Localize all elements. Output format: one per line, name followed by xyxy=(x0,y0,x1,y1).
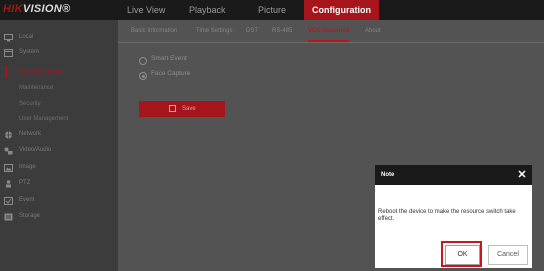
sidebar-item-label: System Settings xyxy=(19,69,63,75)
ok-button-highlight: OK xyxy=(441,241,482,267)
image-icon xyxy=(4,163,13,172)
sidebar-item-security[interactable]: Security xyxy=(0,96,118,112)
tab-basic-information[interactable]: Basic Information xyxy=(131,20,177,42)
sidebar-item-label: Maintenance xyxy=(19,85,54,91)
dialog-title: Note xyxy=(381,172,395,178)
event-icon xyxy=(4,196,13,205)
dialog-header: Note ✕ xyxy=(375,165,532,185)
sidebar-item-image[interactable]: Image xyxy=(0,159,118,175)
sidebar-item-label: User Management xyxy=(19,116,69,122)
logo-hik: HIK xyxy=(3,3,23,15)
ok-button[interactable]: OK xyxy=(445,245,480,265)
sidebar-item-maintenance[interactable]: Maintenance xyxy=(0,80,118,96)
sidebar-item-local[interactable]: Local xyxy=(0,29,118,45)
storage-icon xyxy=(4,212,13,221)
nav-playback[interactable]: Playback xyxy=(189,0,226,20)
sidebar-item-label: Security xyxy=(19,101,41,107)
tab-about[interactable]: About xyxy=(365,20,381,42)
radio-button-selected[interactable] xyxy=(139,72,147,80)
video-audio-icon xyxy=(4,146,13,155)
sidebar-item-network[interactable]: Network xyxy=(0,126,118,142)
top-navigation-bar: HIKVISION® Live View Playback Picture Co… xyxy=(0,0,544,20)
sidebar-item-video-audio[interactable]: Video/Audio xyxy=(0,142,118,158)
note-dialog: Note ✕ Reboot the device to make the res… xyxy=(375,165,532,268)
sidebar-item-label: Local xyxy=(19,34,34,40)
system-icon xyxy=(4,48,13,57)
sidebar-item-system[interactable]: System xyxy=(0,44,118,60)
tab-dst[interactable]: DST xyxy=(246,20,258,42)
config-sidebar: Local System System Settings Maintenance… xyxy=(0,20,118,271)
globe-icon xyxy=(4,130,13,139)
sidebar-item-label: Event xyxy=(19,197,35,203)
ptz-person-icon xyxy=(4,179,13,188)
nav-picture[interactable]: Picture xyxy=(258,0,286,20)
sidebar-item-event[interactable]: Event xyxy=(0,192,118,208)
sidebar-item-label: Network xyxy=(19,131,42,137)
sidebar-item-storage[interactable]: Storage xyxy=(0,208,118,224)
nav-configuration[interactable]: Configuration xyxy=(304,0,379,20)
cancel-button[interactable]: Cancel xyxy=(488,245,528,265)
tab-rs485[interactable]: RS-485 xyxy=(272,20,292,42)
dialog-message: Reboot the device to make the resource s… xyxy=(378,209,516,222)
sidebar-item-ptz[interactable]: PTZ xyxy=(0,175,118,191)
nav-live-view[interactable]: Live View xyxy=(127,0,165,20)
sidebar-item-label: PTZ xyxy=(19,180,31,186)
radio-label: Smart Event xyxy=(151,55,187,62)
sidebar-item-user-management[interactable]: User Management xyxy=(0,111,118,127)
radio-label: Face Capture xyxy=(151,70,191,77)
active-indicator xyxy=(5,66,7,78)
tab-vca-resource[interactable]: VCA Resource xyxy=(308,20,350,42)
sidebar-item-label: Storage xyxy=(19,213,41,219)
save-icon xyxy=(169,105,176,112)
save-button[interactable]: Save xyxy=(139,101,225,117)
radio-face-capture[interactable]: Face Capture xyxy=(139,70,259,82)
sidebar-item-label: Image xyxy=(19,164,36,170)
sidebar-item-system-settings[interactable]: System Settings xyxy=(0,64,118,80)
sidebar-item-label: Video/Audio xyxy=(19,147,52,153)
monitor-icon xyxy=(4,33,13,42)
hikvision-logo: HIKVISION® xyxy=(3,3,70,15)
radio-smart-event[interactable]: Smart Event xyxy=(139,55,259,67)
logo-vision: VISION® xyxy=(22,3,71,15)
settings-tabs: Basic Information Time Settings DST RS-4… xyxy=(118,20,544,43)
save-label: Save xyxy=(182,106,196,112)
sidebar-item-label: System xyxy=(19,49,40,55)
close-icon[interactable]: ✕ xyxy=(516,168,528,182)
radio-button[interactable] xyxy=(139,57,147,65)
tab-time-settings[interactable]: Time Settings xyxy=(196,20,232,42)
